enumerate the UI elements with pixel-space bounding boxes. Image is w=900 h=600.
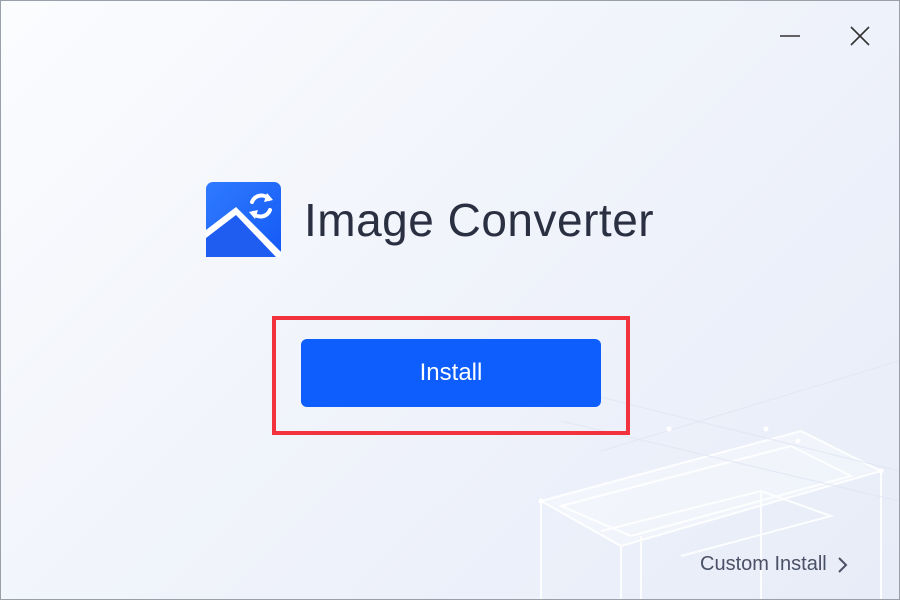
close-button[interactable] <box>843 21 877 51</box>
install-button[interactable]: Install <box>301 339 601 407</box>
image-convert-icon <box>206 182 281 257</box>
chevron-right-icon <box>838 556 848 573</box>
app-brand: Image Converter <box>206 182 654 257</box>
minimize-button[interactable] <box>773 21 807 51</box>
installer-window: Image Converter Install Custom Install <box>0 0 900 600</box>
background-decoration <box>538 360 899 599</box>
app-title: Image Converter <box>304 193 655 246</box>
custom-install-label: Custom Install <box>700 553 827 575</box>
minimize-icon <box>780 35 800 37</box>
custom-install-link[interactable]: Custom Install <box>700 553 849 576</box>
close-icon <box>850 26 870 46</box>
